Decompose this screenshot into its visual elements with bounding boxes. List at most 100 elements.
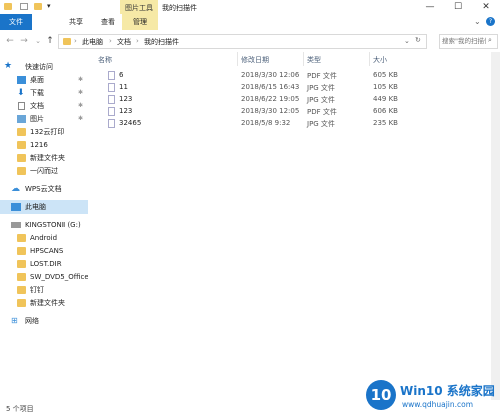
sidebar-item-quick-access[interactable]: ★ 快速访问 bbox=[0, 60, 88, 74]
sidebar-item-folder[interactable]: HPSCANS bbox=[0, 244, 88, 258]
chevron-down-icon[interactable]: ⌄ bbox=[474, 17, 481, 26]
sidebar-item-folder[interactable]: Android bbox=[0, 231, 88, 245]
file-type: PDF 文件 bbox=[307, 72, 337, 80]
brand-name: Win10 系统家园 bbox=[400, 384, 495, 398]
watermark-logo: 10 Win10 系统家园 www.qdhuajin.com bbox=[366, 376, 500, 416]
tab-file[interactable]: 文件 bbox=[0, 14, 32, 30]
pdf-file-icon bbox=[108, 71, 115, 80]
sidebar-item-folder[interactable]: 一闪而过 bbox=[0, 164, 88, 178]
quick-access-dropdown-icon[interactable]: ▾ bbox=[47, 2, 55, 10]
address-bar[interactable]: › 此电脑 › 文档 › 我的扫描件 ⌄ ↻ bbox=[58, 34, 427, 49]
sidebar-item-downloads[interactable]: ⬇ 下载 ✱ bbox=[0, 86, 88, 100]
image-file-icon bbox=[108, 95, 115, 104]
file-type: JPG 文件 bbox=[307, 84, 335, 92]
breadcrumb-this-pc[interactable]: 此电脑 bbox=[82, 37, 103, 47]
file-date: 2018/3/30 12:05 bbox=[241, 107, 300, 115]
sidebar-item-label: LOST.DIR bbox=[30, 260, 62, 268]
pin-icon[interactable]: ✱ bbox=[78, 86, 83, 100]
vertical-scrollbar[interactable] bbox=[491, 52, 500, 400]
sidebar-item-label: 一闪而过 bbox=[30, 167, 58, 175]
close-button[interactable]: ✕ bbox=[472, 0, 500, 14]
column-header-date[interactable]: 修改日期 bbox=[241, 55, 269, 65]
picture-icon bbox=[17, 115, 26, 123]
network-icon: ⊞ bbox=[11, 316, 18, 325]
search-input[interactable] bbox=[442, 36, 486, 46]
refresh-icon[interactable]: ↻ bbox=[415, 36, 421, 44]
file-size: 105 KB bbox=[373, 83, 398, 91]
window-title: 我的扫描件 bbox=[162, 4, 197, 12]
column-header-size[interactable]: 大小 bbox=[373, 55, 387, 65]
table-row[interactable]: 11 2018/6/15 16:43 JPG 文件 105 KB bbox=[93, 82, 398, 93]
sidebar-item-drive[interactable]: KINGSTONⅡ (G:) bbox=[0, 218, 88, 232]
sidebar-item-wps-cloud[interactable]: ☁ WPS云文档 bbox=[0, 182, 88, 196]
navigation-bar: ← → ⌄ ↑ › 此电脑 › 文档 › 我的扫描件 ⌄ ↻ ⌕ bbox=[0, 30, 500, 52]
column-header-type[interactable]: 类型 bbox=[307, 55, 321, 65]
sidebar-item-folder[interactable]: 1216 bbox=[0, 138, 88, 152]
search-box[interactable]: ⌕ bbox=[439, 34, 498, 49]
sidebar-item-desktop[interactable]: 桌面 ✱ bbox=[0, 73, 88, 87]
sidebar-item-label: 新建文件夹 bbox=[30, 154, 65, 162]
column-divider[interactable] bbox=[369, 52, 370, 66]
sidebar-item-label: 图片 bbox=[30, 115, 44, 123]
column-header-name[interactable]: 名称 bbox=[98, 55, 112, 65]
file-type: PDF 文件 bbox=[307, 108, 337, 116]
pin-icon[interactable]: ✱ bbox=[78, 73, 83, 87]
folder-icon bbox=[63, 38, 71, 45]
file-type: JPG 文件 bbox=[307, 96, 335, 104]
chevron-right-icon[interactable]: › bbox=[109, 37, 112, 45]
image-file-icon bbox=[108, 83, 115, 92]
file-size: 235 KB bbox=[373, 119, 398, 127]
tab-view[interactable]: 查看 bbox=[94, 14, 122, 30]
file-name: 6 bbox=[119, 71, 124, 79]
sidebar-item-pictures[interactable]: 图片 ✱ bbox=[0, 112, 88, 126]
column-headers: 名称 修改日期 类型 大小 bbox=[93, 52, 491, 66]
sidebar-item-network[interactable]: ⊞ 网络 bbox=[0, 314, 88, 328]
sidebar-item-documents[interactable]: 文档 ✱ bbox=[0, 99, 88, 113]
up-button[interactable]: ↑ bbox=[44, 35, 56, 47]
recent-locations-button[interactable]: ⌄ bbox=[32, 35, 44, 47]
chevron-right-icon[interactable]: › bbox=[136, 37, 139, 45]
column-divider[interactable] bbox=[237, 52, 238, 66]
sidebar-item-folder[interactable]: LOST.DIR bbox=[0, 257, 88, 271]
maximize-button[interactable]: ☐ bbox=[444, 0, 472, 14]
sidebar-item-folder[interactable]: 钉钉 bbox=[0, 283, 88, 297]
tab-manage[interactable]: 管理 bbox=[122, 14, 158, 30]
file-name: 123 bbox=[119, 95, 133, 103]
table-row[interactable]: 123 2018/3/30 12:05 PDF 文件 606 KB bbox=[93, 106, 398, 117]
sidebar-item-folder[interactable]: 新建文件夹 bbox=[0, 296, 88, 310]
sidebar-item-this-pc[interactable]: 此电脑 bbox=[0, 200, 88, 214]
sidebar-item-folder[interactable]: 新建文件夹 bbox=[0, 151, 88, 165]
brand-url: www.qdhuajin.com bbox=[402, 400, 474, 409]
image-file-icon bbox=[108, 119, 115, 128]
sidebar-item-folder[interactable]: SW_DVD5_Office_Professional bbox=[0, 270, 88, 284]
address-dropdown-icon[interactable]: ⌄ bbox=[404, 37, 410, 45]
pin-icon[interactable]: ✱ bbox=[78, 99, 83, 113]
folder-icon bbox=[17, 273, 26, 281]
back-button[interactable]: ← bbox=[4, 35, 16, 47]
sidebar-item-label: KINGSTONⅡ (G:) bbox=[25, 221, 81, 229]
context-group-label: 图片工具 bbox=[125, 4, 153, 12]
folder-icon bbox=[17, 299, 26, 307]
forward-button[interactable]: → bbox=[18, 35, 30, 47]
table-row[interactable]: 6 2018/3/30 12:06 PDF 文件 605 KB bbox=[93, 70, 398, 81]
chevron-right-icon[interactable]: › bbox=[74, 37, 77, 45]
folder-icon bbox=[17, 260, 26, 268]
tab-share[interactable]: 共享 bbox=[62, 14, 90, 30]
breadcrumb-documents[interactable]: 文档 bbox=[117, 37, 131, 47]
file-name: 11 bbox=[119, 83, 128, 91]
breadcrumb-my-scans[interactable]: 我的扫描件 bbox=[144, 37, 179, 47]
help-icon[interactable]: ? bbox=[486, 17, 495, 26]
sidebar-item-label: 此电脑 bbox=[25, 203, 46, 211]
sidebar-item-folder[interactable]: 132云打印 bbox=[0, 125, 88, 139]
desktop-icon bbox=[17, 76, 26, 84]
new-folder-icon[interactable] bbox=[34, 3, 42, 10]
column-divider[interactable] bbox=[303, 52, 304, 66]
file-name: 32465 bbox=[119, 119, 142, 127]
computer-icon bbox=[11, 203, 21, 211]
properties-icon[interactable] bbox=[20, 3, 28, 10]
table-row[interactable]: 123 2018/6/22 19:05 JPG 文件 449 KB bbox=[93, 94, 398, 105]
table-row[interactable]: 32465 2018/5/8 9:32 JPG 文件 235 KB bbox=[93, 118, 398, 129]
minimize-button[interactable]: — bbox=[416, 0, 444, 14]
folder-icon bbox=[17, 286, 26, 294]
pin-icon[interactable]: ✱ bbox=[78, 112, 83, 126]
